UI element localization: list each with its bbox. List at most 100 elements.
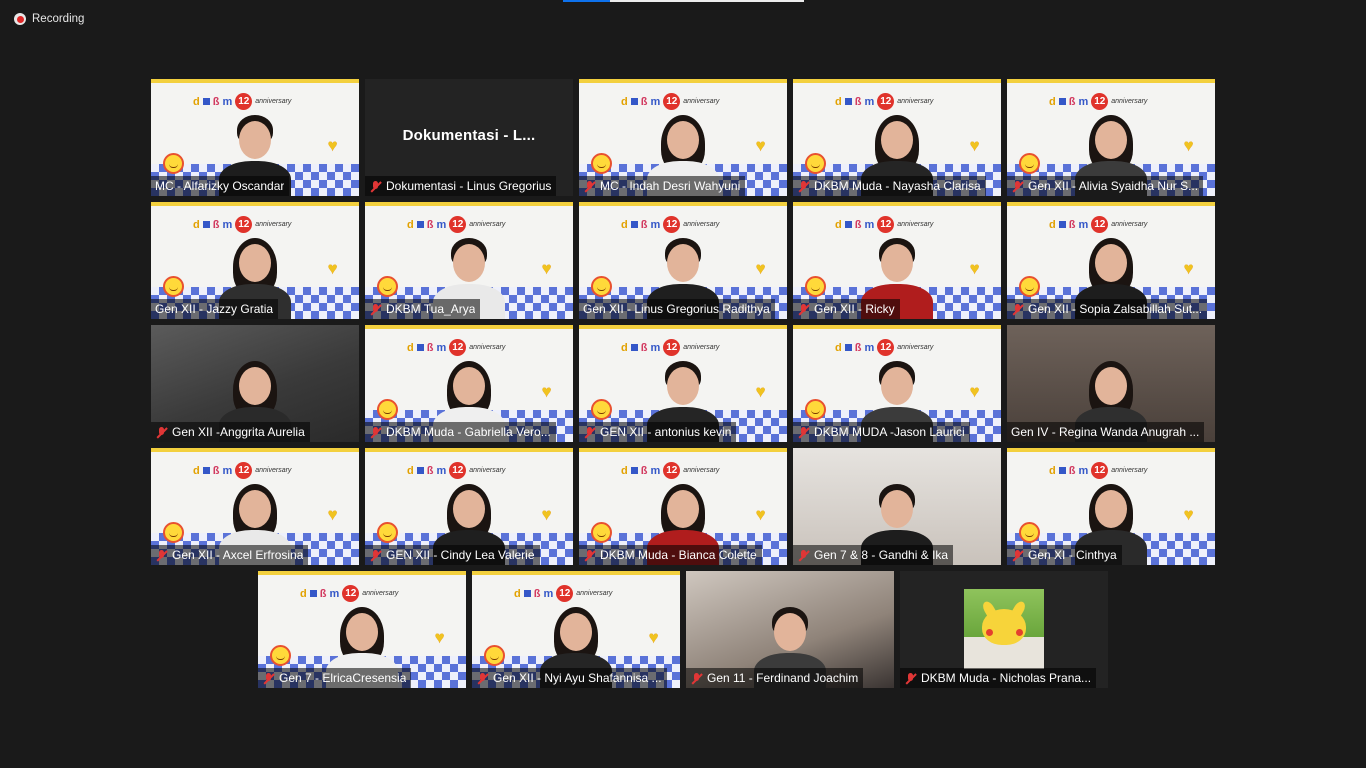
participant-tile[interactable]: Gen XII -Anggrita Aurelia [151,325,359,442]
mic-muted-icon [904,672,917,685]
participant-name: MC - Alfarizky Oscandar [155,179,285,193]
participant-name-label: MC - Indah Desri Wahyuni [579,176,746,196]
participant-name-label: DKBM Tua_Arya [365,299,481,319]
participant-tile[interactable]: Gen 11 - Ferdinand Joachim [686,571,894,688]
participant-tile[interactable]: d ß m 12 anniversary ♥ MC - Alfarizky Oscandar [151,79,359,196]
mic-muted-icon [262,672,275,685]
participant-name: Gen XII - Alivia Syaidha Nur S... [1028,179,1199,193]
heart-sticker-icon: ♥ [1183,136,1194,155]
participant-name-label: Gen IV - Regina Wanda Anugrah ... [1007,422,1205,442]
participant-tile[interactable]: d ß m 12 anniversary ♥ GEN XII - Cindy Lea Val… [365,448,573,565]
profile-picture [964,589,1044,669]
participant-name-label: MC - Alfarizky Oscandar [151,176,290,196]
mic-muted-icon [1011,180,1024,193]
participant-tile[interactable]: d ß m 12 anniversary ♥ GEN XII - antonius kevi… [579,325,787,442]
participant-name: Gen XII - Sopia Zalsabillah Sut... [1028,302,1203,316]
mic-muted-icon [797,549,810,562]
smiley-sticker-icon [270,645,291,666]
heart-sticker-icon: ♥ [755,259,766,278]
recording-label: Recording [32,13,85,25]
participant-name: DKBM Muda - Nicholas Prana... [921,671,1092,685]
participant-tile[interactable]: d ß m 12 anniversary ♥ DKBM Muda - Nayasha Cla… [793,79,1001,196]
participant-name-label: Gen XII -Anggrita Aurelia [151,422,310,442]
participant-tile[interactable]: Dokumentasi - L... Dokumentasi - Linus Gr… [365,79,573,196]
heart-sticker-icon: ♥ [755,136,766,155]
mic-muted-icon [583,180,596,193]
mic-muted-icon [369,549,382,562]
participant-name: DKBM Muda - Gabriella Vero... [386,425,551,439]
mic-muted-icon [369,426,382,439]
heart-sticker-icon: ♥ [541,505,552,524]
mic-muted-icon [797,180,810,193]
smiley-sticker-icon [484,645,505,666]
smiley-sticker-icon [805,153,826,174]
participant-name-label: Dokumentasi - Linus Gregorius [365,176,557,196]
heart-sticker-icon: ♥ [969,382,980,401]
participant-tile[interactable]: d ß m 12 anniversary ♥ Gen XII - Sopia Zalsabi… [1007,202,1215,319]
participant-name: Dokumentasi - Linus Gregorius [386,179,552,193]
heart-sticker-icon: ♥ [327,259,338,278]
smiley-sticker-icon [163,522,184,543]
heart-sticker-icon: ♥ [541,382,552,401]
heart-sticker-icon: ♥ [541,259,552,278]
participant-name: Gen 7 - ElricaCresensia [279,671,407,685]
heart-sticker-icon: ♥ [1183,505,1194,524]
participant-name-label: Gen XII - Sopia Zalsabillah Sut... [1007,299,1208,319]
mic-muted-icon [476,672,489,685]
smiley-sticker-icon [805,276,826,297]
participant-tile[interactable]: d ß m 12 anniversary ♥ DKBM Tua_Arya [365,202,573,319]
participant-name: Gen XII - Jazzy Gratia [155,302,274,316]
smiley-sticker-icon [805,399,826,420]
participant-tile[interactable]: d ß m 12 anniversary ♥ Gen XII - Ricky [793,202,1001,319]
participant-tile[interactable]: d ß m 12 anniversary ♥ Gen XII - Nyi Ayu Shafa… [472,571,680,688]
heart-sticker-icon: ♥ [1183,259,1194,278]
participant-name: MC - Indah Desri Wahyuni [600,179,741,193]
smiley-sticker-icon [591,276,612,297]
heart-sticker-icon: ♥ [434,628,445,647]
smiley-sticker-icon [1019,522,1040,543]
participant-name-label: Gen XII - Ricky [793,299,900,319]
participant-tile[interactable]: Gen 7 & 8 - Gandhi & Ika [793,448,1001,565]
mic-muted-icon [583,426,596,439]
mic-muted-icon [369,303,382,316]
participant-name-label: DKBM Muda - Nayasha Clarisa [793,176,986,196]
participant-name-label: Gen XII - Jazzy Gratia [151,299,279,319]
recording-indicator[interactable]: Recording [14,13,84,25]
participant-name: Gen XII - Linus Gregorius Radithya [583,302,770,316]
participant-name: GEN XII - Cindy Lea Valerie [386,548,535,562]
participant-name: Gen XI - Cinthya [1028,548,1117,562]
participant-tile[interactable]: d ß m 12 anniversary ♥ DKBM MUDA -Jason Lauric… [793,325,1001,442]
participant-tile[interactable]: d ß m 12 anniversary ♥ DKBM Muda - Gabriella V… [365,325,573,442]
participant-name: DKBM MUDA -Jason Laurici [814,425,965,439]
participant-tile[interactable]: d ß m 12 anniversary ♥ DKBM Muda - Bianca Cole… [579,448,787,565]
participant-tile[interactable]: d ß m 12 anniversary ♥ Gen XII - Jazzy Gratia [151,202,359,319]
smiley-sticker-icon [1019,153,1040,174]
participant-tile[interactable]: d ß m 12 anniversary ♥ MC - Indah Desri Wahyun… [579,79,787,196]
heart-sticker-icon: ♥ [327,505,338,524]
participant-tile[interactable]: d ß m 12 anniversary ♥ Gen 7 - ElricaCresensia [258,571,466,688]
participant-name-label: DKBM Muda - Nicholas Prana... [900,668,1097,688]
heart-sticker-icon: ♥ [648,628,659,647]
participant-name: Gen 11 - Ferdinand Joachim [707,671,859,685]
participant-tile[interactable]: d ß m 12 anniversary ♥ Gen XI - Cinthya [1007,448,1215,565]
participant-name-label: Gen 11 - Ferdinand Joachim [686,668,864,688]
smiley-sticker-icon [377,276,398,297]
participant-tile[interactable]: Gen IV - Regina Wanda Anugrah ... [1007,325,1215,442]
participant-tile[interactable]: d ß m 12 anniversary ♥ Gen XII - Alivia Syaidh… [1007,79,1215,196]
heart-sticker-icon: ♥ [969,136,980,155]
heart-sticker-icon: ♥ [969,259,980,278]
participant-tile[interactable]: DKBM Muda - Nicholas Prana... [900,571,1108,688]
participant-name-label: DKBM MUDA -Jason Laurici [793,422,970,442]
participant-name: Gen IV - Regina Wanda Anugrah ... [1011,425,1200,439]
participant-name: Gen XII -Anggrita Aurelia [172,425,305,439]
participant-tile[interactable]: d ß m 12 anniversary ♥ Gen XII - Linus Gregori… [579,202,787,319]
participant-name-label: Gen XII - Axcel Erfrosina [151,545,309,565]
participant-name-label: Gen 7 - ElricaCresensia [258,668,412,688]
participant-name-label: GEN XII - antonius kevin [579,422,737,442]
heart-sticker-icon: ♥ [755,382,766,401]
placeholder-display-name: Dokumentasi - L... [402,127,536,144]
mic-muted-icon [369,180,382,193]
participant-name-label: Gen XI - Cinthya [1007,545,1122,565]
top-share-bar[interactable] [563,0,804,2]
participant-tile[interactable]: d ß m 12 anniversary ♥ Gen XII - Axcel Erfrosi… [151,448,359,565]
